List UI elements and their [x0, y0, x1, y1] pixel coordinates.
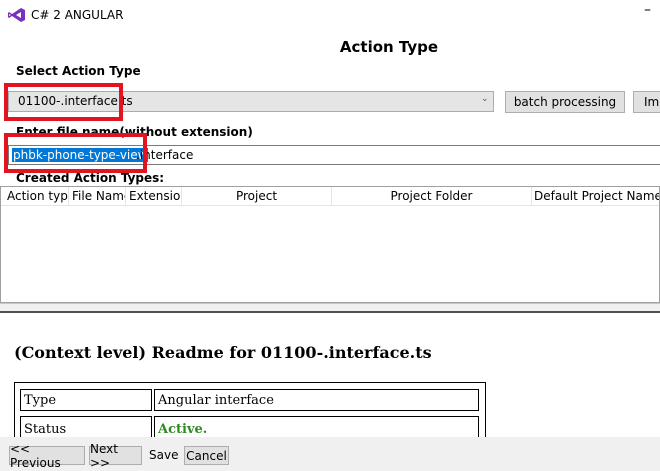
column-header-project[interactable]: Project	[182, 187, 332, 206]
panel-splitter[interactable]	[0, 303, 660, 313]
select-action-type-label: Select Action Type	[16, 64, 141, 78]
chevron-down-icon[interactable]: ⌄	[481, 94, 489, 104]
next-button[interactable]: Next >>	[89, 442, 142, 470]
highlight-box-action-type	[4, 83, 123, 121]
cancel-button[interactable]: Cancel	[184, 446, 229, 465]
readme-key-type: Type	[20, 389, 152, 411]
created-action-types-label: Created Action Types:	[16, 171, 165, 185]
previous-button[interactable]: << Previous	[9, 442, 85, 470]
readme-title: (Context level) Readme for 01100-.interf…	[14, 343, 432, 362]
page-title: Action Type	[339, 38, 439, 56]
readme-value-type: Angular interface	[154, 389, 479, 411]
column-header-default-project-namespace[interactable]: Default Project NameSp	[532, 187, 659, 206]
window-title: C# 2 ANGULAR	[31, 8, 124, 22]
column-header-project-folder[interactable]: Project Folder	[332, 187, 532, 206]
column-header-extension[interactable]: Extension	[126, 187, 182, 206]
column-header-file-name[interactable]: File Name	[69, 187, 126, 206]
column-header-action-type[interactable]: Action type	[1, 187, 69, 206]
batch-processing-button[interactable]: batch processing	[505, 91, 625, 113]
minimize-button[interactable]: –	[644, 2, 651, 18]
visual-studio-icon	[8, 8, 25, 22]
save-button[interactable]: Save	[149, 448, 178, 462]
highlight-box-file-name	[4, 133, 147, 173]
import-button[interactable]: Imp	[633, 91, 660, 113]
